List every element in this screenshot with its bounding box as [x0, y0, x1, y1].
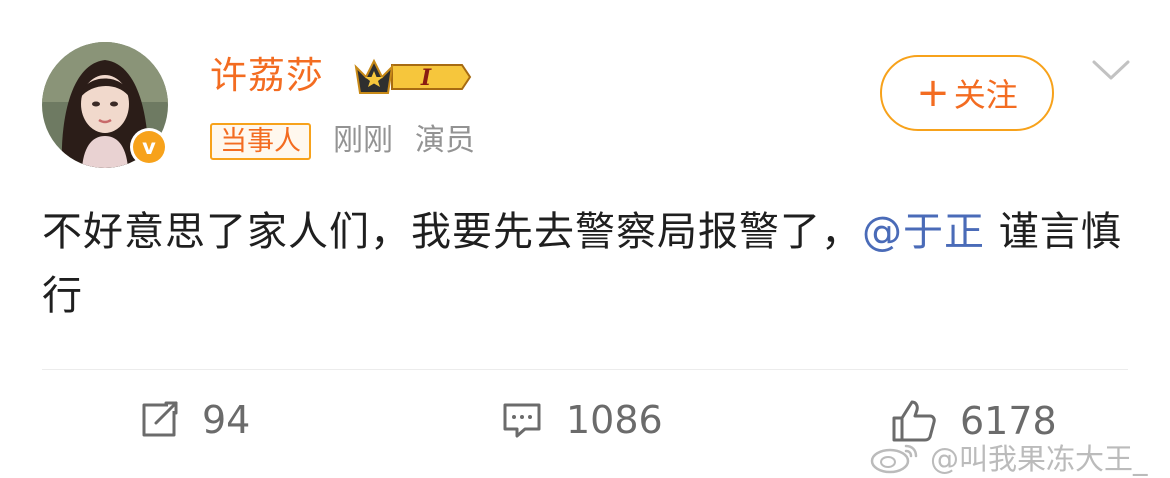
repost-count: 94	[202, 398, 251, 442]
username[interactable]: 许荔莎	[210, 52, 324, 100]
post-text-before: 不好意思了家人们，我要先去警察局报警了，	[42, 209, 862, 255]
post-text: 不好意思了家人们，我要先去警察局报警了，@于正 谨言慎行	[42, 200, 1132, 328]
comment-button[interactable]: 1086	[500, 398, 663, 442]
verified-badge-icon: v	[130, 128, 168, 166]
mention-link[interactable]: @于正	[862, 209, 985, 255]
watermark-text: @叫我果冻大王_	[930, 442, 1148, 476]
comment-count: 1086	[566, 398, 663, 442]
plus-icon: +	[916, 70, 950, 116]
follow-button-label: 关注	[953, 76, 1018, 114]
role-tag: 当事人	[210, 122, 311, 160]
divider	[42, 369, 1128, 370]
repost-icon	[142, 401, 178, 437]
chevron-down-icon[interactable]	[1090, 58, 1132, 86]
repost-button[interactable]: 94	[138, 398, 250, 442]
watermark: @叫我果冻大王_	[868, 436, 1148, 478]
user-title: 演员	[415, 123, 475, 158]
post-time: 刚刚	[333, 123, 393, 158]
level-badge-text: I	[420, 65, 432, 91]
follow-button[interactable]: + 关注	[880, 55, 1054, 131]
comment-icon	[503, 403, 541, 438]
member-crown-badge-icon: I	[352, 55, 472, 103]
weibo-logo-icon	[870, 444, 918, 474]
